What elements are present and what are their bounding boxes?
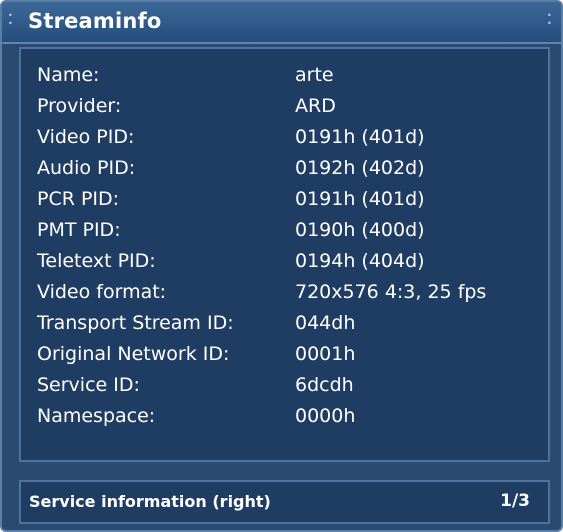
info-value: 720x576 4:3, 25 fps [295,281,487,303]
info-row-provider: Provider: ARD [21,92,548,120]
info-label: Namespace: [37,405,156,427]
title-bar: • • Streaminfo • • [2,2,561,44]
info-label: Service ID: [37,374,140,396]
info-value: 0000h [295,405,356,427]
info-row-namespace: Namespace: 0000h [21,402,548,430]
info-label: Original Network ID: [37,343,230,365]
info-label: Teletext PID: [37,250,156,272]
info-row-teletext-pid: Teletext PID: 0194h (404d) [21,247,548,275]
title-left-dots-icon: • • [8,11,13,28]
title-right-dots-icon: • • [547,11,552,28]
info-row-pcr-pid: PCR PID: 0191h (401d) [21,185,548,213]
info-value: 0191h (401d) [295,188,425,210]
info-value: 044dh [295,312,356,334]
info-value: 6dcdh [295,374,354,396]
status-text: Service information (right) [29,492,271,511]
info-label: Video PID: [37,126,135,148]
info-row-video-pid: Video PID: 0191h (401d) [21,123,548,151]
window-title: Streaminfo [28,9,162,33]
info-row-transport-stream-id: Transport Stream ID: 044dh [21,309,548,337]
info-row-service-id: Service ID: 6dcdh [21,371,548,399]
info-value: 0192h (402d) [295,157,425,179]
info-row-original-network-id: Original Network ID: 0001h [21,340,548,368]
info-label: PMT PID: [37,219,121,241]
info-value: 0191h (401d) [295,126,425,148]
info-row-audio-pid: Audio PID: 0192h (402d) [21,154,548,182]
stream-info-panel: Name: arte Provider: ARD Video PID: 0191… [19,47,550,462]
status-bar[interactable]: Service information (right) 1/3 [19,480,550,524]
info-label: Transport Stream ID: [37,312,234,334]
info-value: 0001h [295,343,356,365]
info-row-pmt-pid: PMT PID: 0190h (400d) [21,216,548,244]
info-value: arte [295,64,334,86]
info-value: ARD [295,95,336,117]
info-value: 0190h (400d) [295,219,425,241]
info-value: 0194h (404d) [295,250,425,272]
info-label: Video format: [37,281,167,303]
page-indicator: 1/3 [500,491,530,511]
info-label: Audio PID: [37,157,136,179]
streaminfo-window: • • Streaminfo • • Name: arte Provider: AR… [0,0,563,532]
info-label: Provider: [37,95,122,117]
info-label: PCR PID: [37,188,120,210]
info-row-video-format: Video format: 720x576 4:3, 25 fps [21,278,548,306]
info-label: Name: [37,64,100,86]
info-row-name: Name: arte [21,61,548,89]
